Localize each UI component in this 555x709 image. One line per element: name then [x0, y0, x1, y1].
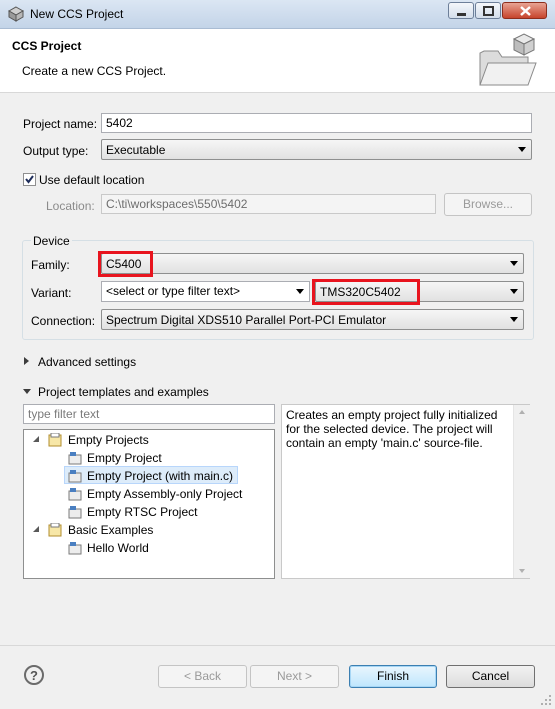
minimize-button[interactable] [448, 2, 474, 19]
chevron-down-icon [510, 261, 518, 266]
tree-item-label: Basic Examples [68, 523, 154, 537]
templates-label[interactable]: Project templates and examples [38, 385, 209, 399]
checkmark-icon [25, 175, 34, 184]
device-group-label: Device [31, 234, 72, 248]
project-icon [68, 506, 82, 519]
tree-item-label: Empty Assembly-only Project [87, 487, 243, 501]
tree-item-label: Empty Projects [68, 433, 149, 447]
folder-icon [48, 433, 62, 447]
title-bar: New CCS Project [0, 0, 555, 29]
output-type-label: Output type: [23, 144, 89, 158]
template-description: Creates an empty project fully initializ… [286, 408, 498, 450]
page-title: CCS Project [12, 39, 82, 53]
wizard-folder-icon [479, 33, 537, 86]
project-name-label: Project name: [23, 117, 98, 131]
variant-highlight-box [312, 279, 420, 305]
expand-right-icon [24, 357, 29, 365]
advanced-settings-toggle[interactable] [24, 357, 29, 365]
tree-item-basic-examples[interactable]: Basic Examples [33, 521, 269, 539]
tree-item-label: Empty Project [87, 451, 162, 465]
tree-item-empty-projects[interactable]: Empty Projects [33, 431, 269, 449]
window-title: New CCS Project [30, 7, 124, 21]
description-scrollbar[interactable] [513, 405, 530, 578]
tree-item-empty-project-main[interactable]: Empty Project (with main.c) [64, 466, 238, 484]
tree-item-label: Empty RTSC Project [87, 505, 198, 519]
finish-button[interactable]: Finish [349, 665, 437, 688]
maximize-button[interactable] [475, 2, 501, 19]
tree-item-empty-rtsc[interactable]: Empty RTSC Project [68, 503, 268, 521]
next-button[interactable]: Next > [250, 665, 339, 688]
output-type-value: Executable [106, 143, 166, 157]
tree-item-label: Empty Project (with main.c) [87, 469, 234, 483]
family-label: Family: [31, 258, 70, 272]
close-icon [520, 6, 531, 16]
tree-item-label: Hello World [87, 541, 149, 555]
output-type-select[interactable]: Executable [101, 139, 532, 160]
advanced-settings-label[interactable]: Advanced settings [38, 355, 136, 369]
chevron-down-icon [296, 289, 304, 294]
maximize-icon [483, 6, 494, 16]
help-icon[interactable]: ? [24, 665, 44, 685]
project-icon [68, 488, 82, 501]
default-location-label: Use default location [39, 173, 145, 187]
browse-button[interactable]: Browse... [444, 193, 532, 216]
chevron-down-icon [510, 289, 518, 294]
scroll-arrows-icon [519, 410, 525, 573]
connection-label: Connection: [31, 314, 96, 328]
collapse-icon [33, 436, 39, 442]
footer-divider [0, 645, 555, 646]
project-icon [68, 542, 82, 555]
connection-select[interactable]: Spectrum Digital XDS510 Parallel Port-PC… [101, 309, 524, 330]
tree-item-hello-world[interactable]: Hello World [68, 539, 268, 557]
project-name-field[interactable]: 5402 [101, 113, 532, 133]
page-subtitle: Create a new CCS Project. [22, 64, 167, 78]
close-button[interactable] [502, 2, 547, 19]
default-location-checkbox[interactable] [23, 173, 36, 186]
expand-down-icon [23, 389, 31, 394]
cancel-button[interactable]: Cancel [446, 665, 535, 688]
variant-filter-field[interactable]: <select or type filter text> [101, 281, 310, 302]
location-label: Location: [46, 199, 95, 213]
tree-item-empty-assembly[interactable]: Empty Assembly-only Project [68, 485, 268, 503]
variant-label: Variant: [31, 286, 72, 300]
location-field[interactable]: C:\ti\workspaces\550\5402 [101, 194, 436, 214]
template-filter-input[interactable]: type filter text [23, 404, 275, 424]
family-select[interactable]: C5400 [101, 253, 524, 274]
folder-icon [48, 523, 62, 537]
chevron-down-icon [518, 147, 526, 152]
back-button[interactable]: < Back [158, 665, 247, 688]
project-icon [68, 470, 82, 483]
minimize-icon [457, 13, 466, 16]
variant-filter-text: <select or type filter text> [106, 284, 241, 298]
chevron-down-icon [510, 317, 518, 322]
collapse-icon [33, 526, 39, 532]
connection-value: Spectrum Digital XDS510 Parallel Port-PC… [106, 313, 387, 327]
family-highlight-box [98, 251, 153, 277]
app-icon [8, 6, 24, 22]
wizard-header: CCS Project Create a new CCS Project. [0, 29, 555, 93]
templates-toggle[interactable] [23, 389, 31, 394]
resize-grip-icon[interactable] [540, 694, 552, 706]
tree-item-empty-project[interactable]: Empty Project [68, 449, 268, 467]
project-icon [68, 452, 82, 465]
